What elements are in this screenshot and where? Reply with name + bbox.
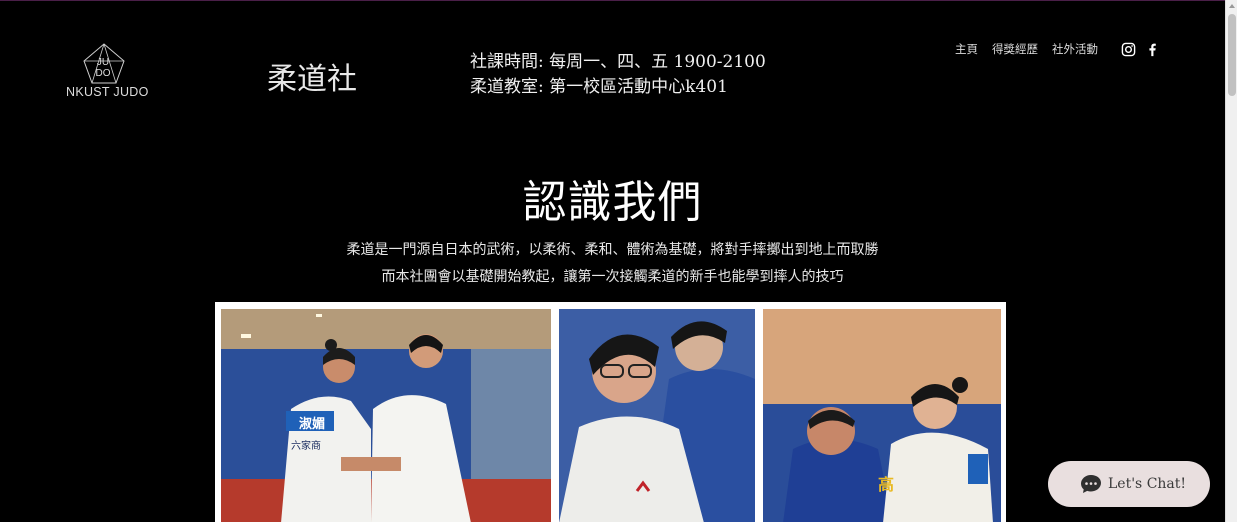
school-tag: 六家商 <box>291 441 321 452</box>
logo-mark-bottom: DO <box>95 68 111 79</box>
photo-gallery: 淑媚 六家商 高 <box>215 302 1006 522</box>
main-nav: 主頁 得獎經歷 社外活動 <box>955 41 1098 57</box>
back-tag: 高 <box>878 475 895 494</box>
facebook-icon[interactable] <box>1145 42 1160 57</box>
chat-widget-button[interactable]: Let's Chat! <box>1048 461 1210 507</box>
about-description: 柔道是一門源自日本的武術，以柔術、柔和、體術為基礎，將對手摔擲出到地上而取勝 而… <box>0 237 1225 291</box>
instagram-icon[interactable] <box>1121 42 1136 57</box>
club-title: 柔道社 <box>267 62 357 97</box>
social-links <box>1121 42 1160 57</box>
site-logo[interactable]: JU DO NKUST JUDO <box>60 43 152 103</box>
logo-mark-top: JU <box>96 57 110 68</box>
nav-home[interactable]: 主頁 <box>955 41 978 57</box>
chat-bubble-icon <box>1081 475 1101 493</box>
name-tag: 淑媚 <box>299 417 326 432</box>
page: JU DO NKUST JUDO 柔道社 社課時間: 每周一、四、五 1900-… <box>0 1 1225 522</box>
gallery-photo-sparring[interactable]: 淑媚 六家商 <box>221 309 551 522</box>
vertical-scrollbar[interactable] <box>1225 0 1237 522</box>
classroom-location: 柔道教室: 第一校區活動中心k401 <box>470 77 728 97</box>
scroll-up-arrow-icon[interactable] <box>1229 4 1235 8</box>
scrollbar-thumb[interactable] <box>1228 14 1236 96</box>
nav-activities[interactable]: 社外活動 <box>1052 41 1098 57</box>
chat-label: Let's Chat! <box>1108 476 1187 492</box>
about-line-2: 而本社團會以基礎開始教起，讓第一次接觸柔道的新手也能學到摔人的技巧 <box>381 269 844 285</box>
schedule-info: 社課時間: 每周一、四、五 1900-2100 柔道教室: 第一校區活動中心k4… <box>470 50 766 100</box>
nav-awards[interactable]: 得獎經歷 <box>992 41 1038 57</box>
gallery-photo-coaching[interactable]: 高 <box>763 309 1001 522</box>
about-line-1: 柔道是一門源自日本的武術，以柔術、柔和、體術為基礎，將對手摔擲出到地上而取勝 <box>346 242 879 258</box>
gallery-photo-portrait[interactable] <box>559 309 755 522</box>
about-heading: 認識我們 <box>522 177 703 228</box>
class-time: 社課時間: 每周一、四、五 1900-2100 <box>470 52 766 72</box>
logo-text: NKUST JUDO <box>66 85 149 99</box>
